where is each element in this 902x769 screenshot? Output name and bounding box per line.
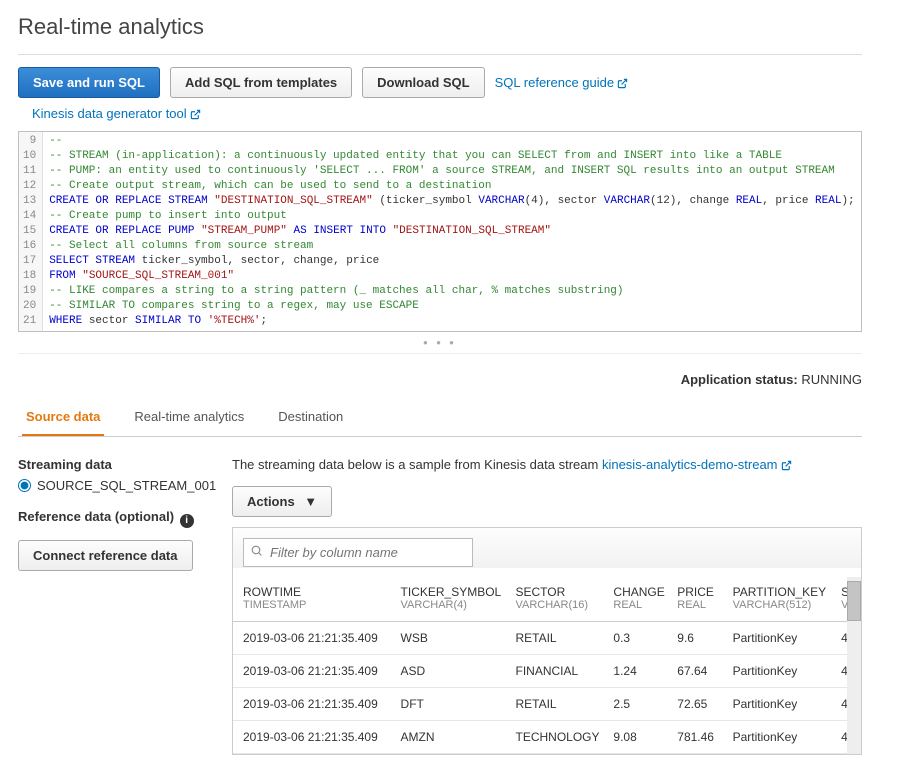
table-cell: 0.3 xyxy=(603,622,667,655)
reference-heading-text: Reference data (optional) xyxy=(18,509,174,524)
download-sql-button[interactable]: Download SQL xyxy=(362,67,484,98)
column-header[interactable]: PRICEREAL xyxy=(667,577,722,622)
status-value: RUNNING xyxy=(801,372,862,387)
sql-editor[interactable]: 9101112131415161718192021 -- -- STREAM (… xyxy=(18,131,862,332)
tab-destination[interactable]: Destination xyxy=(274,399,347,436)
table-cell: 2.5 xyxy=(603,688,667,721)
table-row[interactable]: 2019-03-06 21:21:35.409ASDFINANCIAL1.246… xyxy=(233,655,861,688)
reference-data-heading: Reference data (optional) i xyxy=(18,509,208,528)
table-cell: 9.6 xyxy=(667,622,722,655)
tab-source-data[interactable]: Source data xyxy=(22,399,104,436)
table-cell: DFT xyxy=(391,688,506,721)
toolbar: Save and run SQL Add SQL from templates … xyxy=(18,67,862,98)
table-cell: WSB xyxy=(391,622,506,655)
table-cell: 781.46 xyxy=(667,721,722,754)
stream-description: The streaming data below is a sample fro… xyxy=(232,457,862,472)
table-cell: PartitionKey xyxy=(723,721,832,754)
column-header[interactable]: ROWTIMETIMESTAMP xyxy=(233,577,391,622)
page-title: Real-time analytics xyxy=(18,14,862,40)
table-row[interactable]: 2019-03-06 21:21:35.409WSBRETAIL0.39.6Pa… xyxy=(233,622,861,655)
table-cell: PartitionKey xyxy=(723,622,832,655)
external-link-icon xyxy=(617,78,628,89)
stream-radio[interactable] xyxy=(18,479,31,492)
table-cell: ASD xyxy=(391,655,506,688)
table-cell: PartitionKey xyxy=(723,655,832,688)
link-text: Kinesis data generator tool xyxy=(32,106,187,121)
main-panel: The streaming data below is a sample fro… xyxy=(232,457,862,755)
column-header[interactable]: SECTORVARCHAR(16) xyxy=(505,577,603,622)
chevron-down-icon: ▼ xyxy=(304,494,317,509)
table-cell: TECHNOLOGY xyxy=(505,721,603,754)
table-cell: AMZN xyxy=(391,721,506,754)
table-cell: PartitionKey xyxy=(723,688,832,721)
table-cell: 2019-03-06 21:21:35.409 xyxy=(233,655,391,688)
table-row[interactable]: 2019-03-06 21:21:35.409DFTRETAIL2.572.65… xyxy=(233,688,861,721)
connect-reference-data-button[interactable]: Connect reference data xyxy=(18,540,193,571)
application-status: Application status: RUNNING xyxy=(18,372,862,387)
table-cell: 9.08 xyxy=(603,721,667,754)
external-link-icon xyxy=(781,460,792,471)
stream-name: SOURCE_SQL_STREAM_001 xyxy=(37,478,216,493)
sidebar: Streaming data SOURCE_SQL_STREAM_001 Ref… xyxy=(18,457,208,755)
actions-button[interactable]: Actions ▼ xyxy=(232,486,332,517)
data-table: ROWTIMETIMESTAMPTICKER_SYMBOLVARCHAR(4)S… xyxy=(233,577,861,754)
resize-handle[interactable]: ● ● ● xyxy=(18,332,862,354)
filter-input[interactable] xyxy=(243,538,473,567)
table-cell: 72.65 xyxy=(667,688,722,721)
tab-real-time-analytics[interactable]: Real-time analytics xyxy=(130,399,248,436)
search-icon xyxy=(250,544,263,560)
save-run-sql-button[interactable]: Save and run SQL xyxy=(18,67,160,98)
table-cell: 2019-03-06 21:21:35.409 xyxy=(233,622,391,655)
table-cell: FINANCIAL xyxy=(505,655,603,688)
scrollbar-thumb[interactable] xyxy=(847,581,861,621)
table-row[interactable]: 2019-03-06 21:21:35.409AMZNTECHNOLOGY9.0… xyxy=(233,721,861,754)
stream-radio-row[interactable]: SOURCE_SQL_STREAM_001 xyxy=(18,478,208,493)
add-sql-templates-button[interactable]: Add SQL from templates xyxy=(170,67,352,98)
actions-label: Actions xyxy=(247,494,295,509)
data-panel: ROWTIMETIMESTAMPTICKER_SYMBOLVARCHAR(4)S… xyxy=(232,527,862,755)
table-cell: 2019-03-06 21:21:35.409 xyxy=(233,721,391,754)
vertical-scrollbar[interactable] xyxy=(847,577,861,754)
link-text: kinesis-analytics-demo-stream xyxy=(602,457,778,472)
tabs: Source data Real-time analytics Destinatio… xyxy=(18,399,862,437)
demo-stream-link[interactable]: kinesis-analytics-demo-stream xyxy=(602,457,792,472)
editor-gutter: 9101112131415161718192021 xyxy=(19,132,43,331)
status-label: Application status: xyxy=(681,372,798,387)
editor-code[interactable]: -- -- STREAM (in-application): a continu… xyxy=(43,132,861,331)
link-text: SQL reference guide xyxy=(495,75,614,90)
table-cell: RETAIL xyxy=(505,622,603,655)
table-cell: 1.24 xyxy=(603,655,667,688)
kinesis-generator-link[interactable]: Kinesis data generator tool xyxy=(32,106,201,121)
column-header[interactable]: PARTITION_KEYVARCHAR(512) xyxy=(723,577,832,622)
streaming-data-heading: Streaming data xyxy=(18,457,208,472)
divider xyxy=(18,54,862,55)
desc-text: The streaming data below is a sample fro… xyxy=(232,457,602,472)
external-link-icon xyxy=(190,109,201,120)
table-cell: 67.64 xyxy=(667,655,722,688)
table-cell: RETAIL xyxy=(505,688,603,721)
table-cell: 2019-03-06 21:21:35.409 xyxy=(233,688,391,721)
sql-reference-link[interactable]: SQL reference guide xyxy=(495,75,628,90)
column-header[interactable]: TICKER_SYMBOLVARCHAR(4) xyxy=(391,577,506,622)
info-icon[interactable]: i xyxy=(180,514,194,528)
column-header[interactable]: CHANGEREAL xyxy=(603,577,667,622)
